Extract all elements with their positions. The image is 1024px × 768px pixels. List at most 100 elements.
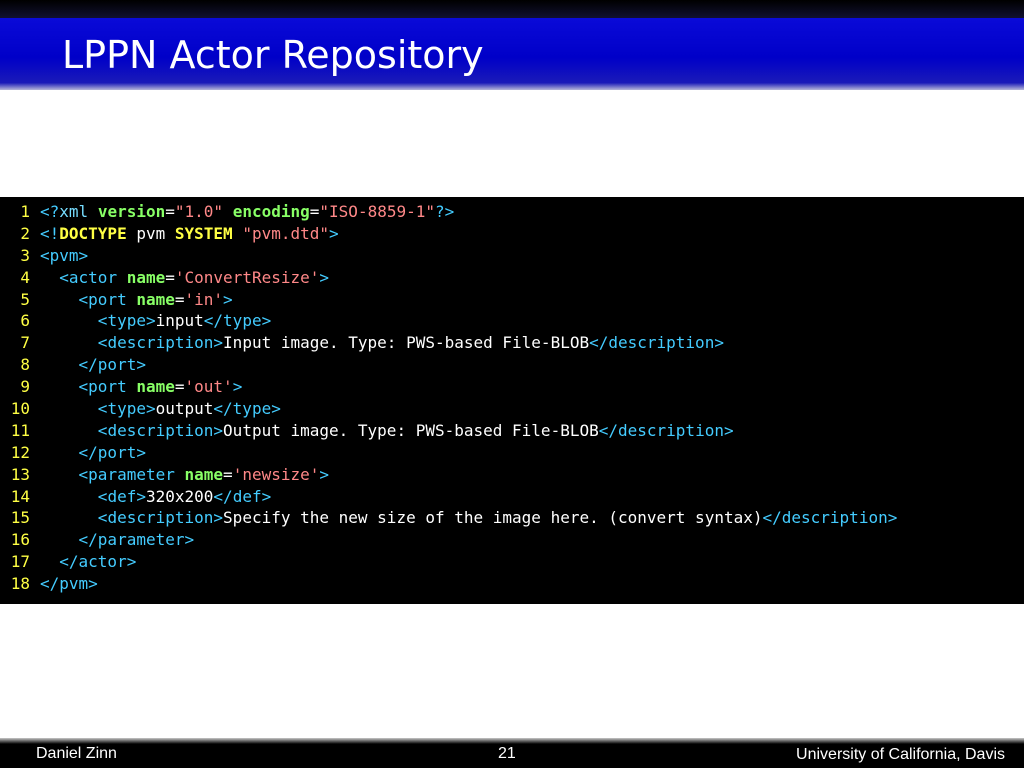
code-token: type [107,399,146,419]
code-token: </ [589,333,609,353]
code-token: description [608,333,715,353]
code-token: </ [78,530,98,550]
code-token: </ [59,552,79,572]
code-token: > [319,464,330,484]
code-token: > [887,508,898,528]
line-number: 17 [10,552,30,572]
line-number: 16 [10,530,30,550]
code-token: description [781,508,888,528]
code-token: def [232,486,262,506]
code-token: > [126,552,137,572]
line-number: 15 [10,508,30,528]
line-number: 5 [20,289,30,309]
code-token: > [261,486,272,506]
code-token: </ [78,355,98,375]
top-bar [0,0,1024,18]
code-token: 320x200 [145,486,214,506]
line-number: 18 [10,574,30,594]
line-number: 11 [10,420,30,440]
code-line: 4 <actor name='ConvertResize'> [0,267,1024,289]
slide-title: LPPN Actor Repository [62,33,484,77]
code-token: def [107,486,137,506]
code-token: "ISO-8859-1" [319,202,435,221]
code-token: pvm [59,574,89,594]
code-token: = [309,202,320,221]
code-line: 6 <type>input</type> [0,310,1024,332]
code-token: < [97,420,108,440]
code-token: < [40,245,50,265]
code-token: description [107,333,214,353]
code-token: > [136,355,146,375]
code-token: Output image. Type: PWS-based File-BLOB [223,420,599,440]
code-token: port [97,442,137,462]
code-token: type [223,311,262,331]
code-token: name [136,289,175,309]
code-token: description [107,420,214,440]
code-token: > [319,267,330,287]
code-token: port [97,355,137,375]
line-number: 9 [20,377,30,397]
line-number: 10 [10,399,30,419]
code-token: port [88,289,127,309]
line-number: 14 [10,486,30,506]
footer-author: Daniel Zinn [36,745,117,762]
footer-institution: University of California, Davis [796,746,1005,763]
code-token: > [261,311,272,331]
code-token: type [232,399,272,419]
footer-page-number: 21 [498,745,516,762]
code-token: 'ConvertResize' [174,267,320,287]
code-panel: 1 <?xml version="1.0" encoding="ISO-8859-… [0,197,1024,604]
code-token: < [97,311,108,331]
code-token: > [271,399,281,419]
code-token: pvm [126,223,175,243]
code-token: 'in' [184,289,224,309]
code-token: </ [203,311,224,331]
line-number: 7 [20,333,30,353]
code-token: SYSTEM [174,223,233,243]
code-token: parameter [88,464,175,484]
line-number: 1 [20,202,30,221]
code-token: <? [40,202,60,221]
code-token: 'newsize' [232,464,320,484]
code-listing: 1 <?xml version="1.0" encoding="ISO-8859-… [0,201,1024,595]
code-token: parameter [97,530,185,550]
code-token: </ [598,420,618,440]
code-token: 'out' [184,377,233,397]
code-token: </ [78,442,98,462]
code-line: 12 </port> [0,442,1024,464]
code-token: = [165,202,175,221]
line-number: 13 [10,464,30,484]
slide: LPPN Actor Repository 1 <?xml version="1.… [0,0,1024,768]
code-line: 14 <def>320x200</def> [0,486,1024,508]
code-token: port [88,377,127,397]
code-token: "1.0" [174,202,224,221]
code-token: "pvm.dtd" [242,223,330,243]
code-token: > [136,486,146,506]
code-token: > [329,223,339,243]
code-line: 13 <parameter name='newsize'> [0,464,1024,486]
code-line: 18 </pvm> [0,573,1024,595]
code-token: actor [78,552,127,572]
code-token: < [78,289,89,309]
code-token: input [155,311,204,331]
code-token: description [618,420,724,440]
code-token: > [145,399,156,419]
code-token: name [136,377,175,397]
code-token: > [145,311,156,331]
code-token: > [723,420,734,440]
code-token: </ [762,508,782,528]
code-token: < [59,267,69,287]
